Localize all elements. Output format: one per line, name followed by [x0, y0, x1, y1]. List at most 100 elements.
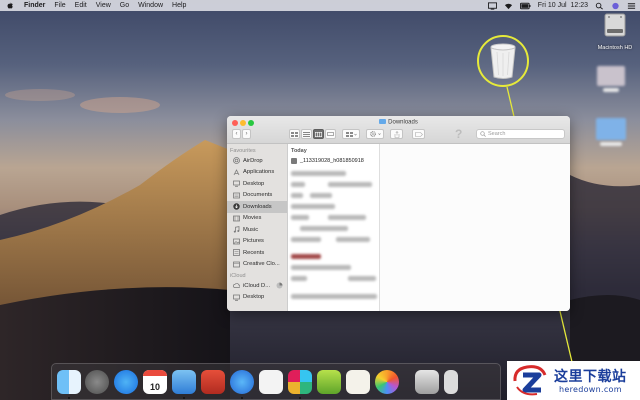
blurred-file-row[interactable]: [291, 276, 307, 281]
list-view-button[interactable]: [301, 129, 312, 139]
macintosh-hd-desktop-icon[interactable]: Macintosh HD: [594, 12, 636, 51]
siri-icon[interactable]: [611, 2, 620, 10]
trash-icon[interactable]: [487, 43, 519, 81]
blurred-file-row[interactable]: [291, 182, 305, 187]
running-indicator: [183, 397, 185, 399]
sidebar-item-icloud-desktop[interactable]: Desktop: [227, 292, 287, 304]
textedit-icon[interactable]: [346, 370, 370, 394]
forward-button[interactable]: ›: [242, 129, 251, 139]
menu-go[interactable]: Go: [120, 0, 129, 11]
apple-menu-icon[interactable]: [5, 1, 14, 10]
blurred-file-row[interactable]: [291, 265, 351, 270]
sidebar-item-music[interactable]: Music: [227, 224, 287, 236]
keka-icon[interactable]: [317, 370, 341, 394]
sidebar-item-icloud-drive[interactable]: iCloud D...: [227, 280, 287, 292]
blurred-file-row[interactable]: [291, 193, 303, 198]
photo-booth-icon[interactable]: [201, 370, 225, 394]
blurred-file-row[interactable]: [291, 171, 346, 176]
search-icon: [480, 131, 486, 137]
mail-icon[interactable]: [172, 370, 196, 394]
group-by-button[interactable]: [342, 129, 360, 139]
sidebar-item-desktop[interactable]: Desktop: [227, 178, 287, 190]
sidebar-item-pictures[interactable]: Pictures: [227, 236, 287, 248]
blurred-file-row[interactable]: [291, 215, 309, 220]
display-mirroring-icon[interactable]: [487, 1, 497, 10]
sidebar-item-label: Recents: [243, 249, 265, 256]
menu-file[interactable]: File: [54, 0, 65, 11]
calendar-icon[interactable]: 10: [143, 370, 167, 394]
blurred-file-row[interactable]: [336, 237, 370, 242]
desktop-item-blurred[interactable]: [597, 66, 625, 86]
app-store-icon[interactable]: [114, 370, 138, 394]
blurred-file-row[interactable]: [328, 215, 366, 220]
gear-chevron-icon: [369, 131, 381, 137]
sidebar-item-creative-cloud[interactable]: Creative Clo...: [227, 259, 287, 271]
blurred-file-row[interactable]: [348, 276, 376, 281]
running-indicator: [299, 397, 301, 399]
launchpad-icon[interactable]: [85, 370, 109, 394]
sidebar-item-label: Pictures: [243, 238, 264, 245]
spotlight-icon[interactable]: [595, 2, 604, 10]
sidebar-item-movies[interactable]: Movies: [227, 213, 287, 225]
back-button[interactable]: ‹: [232, 129, 241, 139]
icloud-drive-icon: [233, 283, 240, 289]
gallery-view-button[interactable]: [325, 129, 336, 139]
finder-icon[interactable]: [57, 370, 81, 394]
edit-tags-button[interactable]: [412, 129, 425, 139]
app-menu-finder[interactable]: Finder: [24, 0, 45, 11]
sidebar-item-documents[interactable]: Documents: [227, 190, 287, 202]
dock: 10: [51, 363, 501, 400]
menu-window[interactable]: Window: [138, 0, 163, 11]
sidebar-item-label: Downloads: [243, 203, 272, 210]
watermark-url-text: heredown.com: [559, 385, 622, 394]
desktop-folder-label-blurred: [600, 142, 622, 146]
notification-center-icon[interactable]: [627, 2, 636, 10]
dock-item-partial[interactable]: [444, 370, 458, 394]
sidebar-item-label: Movies: [243, 215, 262, 222]
running-indicator: [241, 397, 243, 399]
desktop-folder-blurred[interactable]: [596, 118, 626, 140]
blurred-file-row[interactable]: [328, 182, 372, 187]
blurred-file-row[interactable]: [291, 294, 377, 299]
sidebar-item-label: Documents: [243, 192, 273, 199]
finder-titlebar[interactable]: Downloads ‹ › ? Search: [227, 116, 570, 144]
blurred-file-row[interactable]: [291, 254, 321, 259]
search-placeholder: Search: [488, 131, 506, 137]
sidebar-item-airdrop[interactable]: AirDrop: [227, 155, 287, 167]
blurred-file-row[interactable]: [291, 204, 335, 209]
battery-icon[interactable]: [519, 2, 531, 10]
action-menu-button[interactable]: [366, 129, 384, 139]
safari-icon[interactable]: [230, 370, 254, 394]
sidebar-item-label: AirDrop: [243, 157, 263, 164]
preview-icon[interactable]: [415, 370, 439, 394]
menu-view[interactable]: View: [96, 0, 111, 11]
help-question-icon[interactable]: ?: [455, 127, 462, 141]
menu-clock[interactable]: Fri 10 Jul 12:23: [538, 2, 588, 9]
sidebar-heading-icloud: iCloud: [230, 273, 246, 279]
file-row[interactable]: _113319028_h081850918: [288, 155, 379, 166]
icon-view-button[interactable]: [289, 129, 300, 139]
search-field[interactable]: Search: [476, 129, 565, 139]
column-view-button[interactable]: [313, 129, 324, 139]
wifi-icon[interactable]: [504, 2, 513, 10]
sidebar-item-downloads[interactable]: Downloads: [227, 201, 287, 213]
share-button[interactable]: [390, 129, 403, 139]
photos-icon[interactable]: [375, 370, 399, 394]
slack-icon[interactable]: [288, 370, 312, 394]
menu-help[interactable]: Help: [172, 0, 186, 11]
menu-bar: Finder File Edit View Go Window Help Fri…: [0, 0, 640, 11]
window-title: Downloads: [227, 119, 570, 126]
tag-icon: [414, 131, 423, 137]
watermark: 这里下载站 heredown.com: [507, 361, 640, 400]
desktop-folder-icon: [233, 294, 240, 301]
storage-pie-icon: [276, 282, 283, 289]
finder-window: Downloads ‹ › ? Search Favourites AirDro…: [227, 116, 570, 311]
blurred-file-row[interactable]: [291, 237, 321, 242]
blurred-file-row[interactable]: [300, 226, 348, 231]
sidebar-item-label: Desktop: [243, 180, 265, 187]
dictionary-icon[interactable]: [259, 370, 283, 394]
sidebar-item-applications[interactable]: Applications: [227, 167, 287, 179]
menu-edit[interactable]: Edit: [75, 0, 87, 11]
blurred-file-row[interactable]: [310, 193, 332, 198]
sidebar-item-recents[interactable]: Recents: [227, 247, 287, 259]
